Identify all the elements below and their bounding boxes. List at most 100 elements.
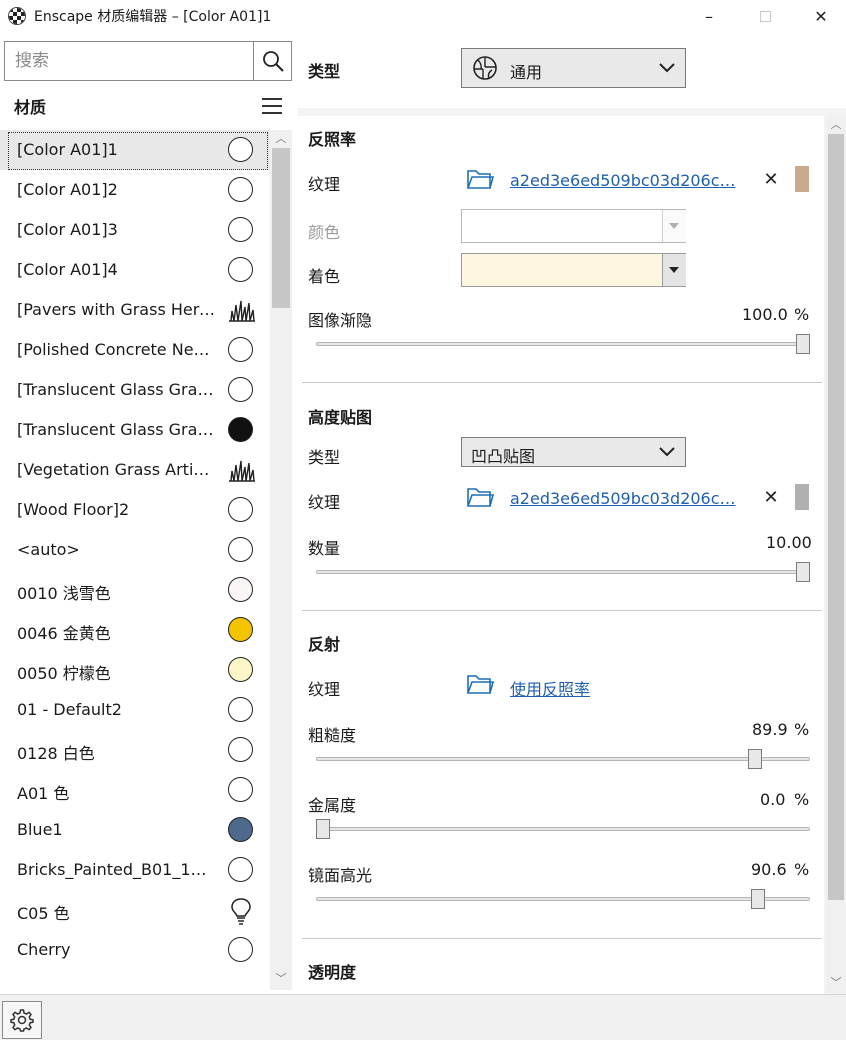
image-fade-slider-thumb[interactable] [796, 334, 810, 354]
maximize-button[interactable] [742, 0, 788, 32]
specular-value: 90.6 [751, 860, 787, 879]
scroll-up-icon[interactable]: ︿ [829, 118, 843, 132]
material-name: [Translucent Glass Gray… [17, 420, 219, 439]
specular-slider-thumb[interactable] [750, 889, 765, 909]
settings-button[interactable] [2, 1001, 42, 1039]
material-list-item[interactable]: [Translucent Glass Gray… [0, 370, 270, 410]
amount-value: 10.00 [766, 533, 812, 552]
type-panel: 类型 通用 [298, 34, 846, 108]
material-name: 01 - Default2 [17, 700, 122, 719]
folder-icon[interactable] [466, 166, 494, 192]
material-name: [Wood Floor]2 [17, 500, 130, 519]
material-list-item[interactable]: [Translucent Glass Gray… [0, 410, 270, 450]
image-fade-slider-track[interactable] [316, 342, 810, 346]
folder-icon[interactable] [466, 484, 494, 510]
material-list-item[interactable]: [Color A01]3 [0, 210, 270, 250]
metallic-slider-thumb[interactable] [316, 819, 330, 839]
folder-icon[interactable] [466, 671, 494, 697]
material-name: 0046 金黄色 [17, 624, 111, 643]
material-list-item[interactable]: [Color A01]2 [0, 170, 270, 210]
material-type-icon [473, 56, 497, 80]
material-list-scrollbar[interactable]: ︿ ﹀ [270, 130, 292, 990]
material-list-item[interactable]: [Polished Concrete Ne… [0, 330, 270, 370]
search-icon [263, 51, 284, 72]
roughness-unit: % [794, 720, 810, 739]
material-name: Bricks_Painted_B01_1… [17, 860, 207, 879]
specular-slider-track[interactable] [316, 897, 810, 901]
circle-icon [228, 697, 254, 723]
section-divider [302, 382, 822, 383]
scroll-down-icon[interactable]: ﹀ [829, 976, 843, 990]
circle-icon [228, 257, 254, 283]
material-name: [Color A01]2 [17, 180, 118, 199]
caret-down-icon [669, 267, 679, 273]
tint-color-picker[interactable] [461, 253, 686, 287]
material-list-item[interactable]: [Vegetation Grass Artifi… [0, 450, 270, 490]
tint-color-label: 着色 [308, 267, 341, 286]
material-type-dropdown[interactable]: 通用 [461, 48, 686, 88]
circle-icon [228, 657, 254, 683]
material-name: [Color A01]4 [17, 260, 118, 279]
material-list-item[interactable]: 01 - Default2 [0, 690, 270, 730]
bottom-toolbar [0, 994, 846, 1040]
amount-slider-thumb[interactable] [796, 562, 810, 582]
material-name: [Pavers with Grass Herr… [17, 300, 219, 319]
material-list-item[interactable]: [Color A01]4 [0, 250, 270, 290]
minimize-icon: – [705, 6, 713, 26]
height-map-texture-link[interactable]: a2ed3e6ed509bc03d206c… [510, 489, 736, 508]
circle-icon [228, 937, 254, 963]
material-list-item[interactable]: A01 色 [0, 770, 270, 810]
height-map-type-dropdown[interactable]: 凹凸贴图 [461, 437, 686, 467]
circle-icon [228, 417, 254, 443]
menu-icon[interactable] [262, 98, 282, 114]
height-map-title: 高度贴图 [308, 408, 373, 427]
material-list-item[interactable]: 0010 浅雪色 [0, 570, 270, 610]
material-list-item[interactable]: 0128 白色 [0, 730, 270, 770]
albedo-color-picker[interactable] [461, 209, 686, 243]
use-albedo-link[interactable]: 使用反照率 [510, 676, 590, 700]
albedo-texture-link[interactable]: a2ed3e6ed509bc03d206c… [510, 171, 736, 190]
material-list-item[interactable]: [Pavers with Grass Herr… [0, 290, 270, 330]
clear-albedo-texture-icon[interactable]: ✕ [762, 171, 780, 189]
scroll-down-icon[interactable]: ﹀ [274, 972, 288, 986]
material-name: [Polished Concrete Ne… [17, 340, 210, 359]
metallic-value: 0.0 [760, 790, 786, 809]
material-list-item[interactable]: Cherry [0, 930, 270, 970]
reflection-texture-label: 纹理 [308, 680, 341, 699]
scroll-up-icon[interactable]: ︿ [274, 132, 288, 146]
specular-unit: % [794, 860, 810, 879]
material-list-item[interactable]: [Color A01]1 [0, 130, 270, 170]
scrollbar-thumb[interactable] [272, 148, 290, 308]
circle-icon [228, 577, 254, 603]
settings-scrollbar[interactable]: ︿ ﹀ [826, 116, 846, 994]
material-list-item[interactable]: Bricks_Painted_B01_1… [0, 850, 270, 890]
close-button[interactable]: ✕ [798, 0, 844, 32]
material-list-item[interactable]: Blue1 [0, 810, 270, 850]
material-list-item[interactable]: 0050 柠檬色 [0, 650, 270, 690]
circle-icon [228, 777, 254, 803]
roughness-label: 粗糙度 [308, 726, 357, 745]
metallic-unit: % [794, 790, 810, 809]
amount-slider-track[interactable] [316, 570, 810, 574]
roughness-slider-track[interactable] [316, 757, 810, 761]
search-button[interactable] [253, 42, 292, 80]
search-input[interactable] [5, 42, 253, 80]
image-fade-unit: % [794, 305, 810, 324]
roughness-slider-thumb[interactable] [747, 749, 762, 769]
minimize-button[interactable]: – [686, 0, 732, 32]
material-list-item[interactable]: 0046 金黄色 [0, 610, 270, 650]
circle-icon [228, 857, 254, 883]
material-list-item[interactable]: [Wood Floor]2 [0, 490, 270, 530]
scrollbar-thumb[interactable] [828, 134, 844, 900]
material-name: [Vegetation Grass Artifi… [17, 460, 219, 479]
metallic-slider-track[interactable] [316, 827, 810, 831]
circle-icon [228, 617, 254, 643]
material-name: Cherry [17, 940, 71, 959]
clear-height-texture-icon[interactable]: ✕ [762, 489, 780, 507]
height-map-texture-swatch [795, 484, 809, 510]
material-name: Blue1 [17, 820, 63, 839]
bulb-icon [228, 897, 254, 925]
material-list-item[interactable]: <auto> [0, 530, 270, 570]
image-fade-label: 图像渐隐 [308, 311, 373, 330]
material-list-item[interactable]: C05 色 [0, 890, 270, 930]
